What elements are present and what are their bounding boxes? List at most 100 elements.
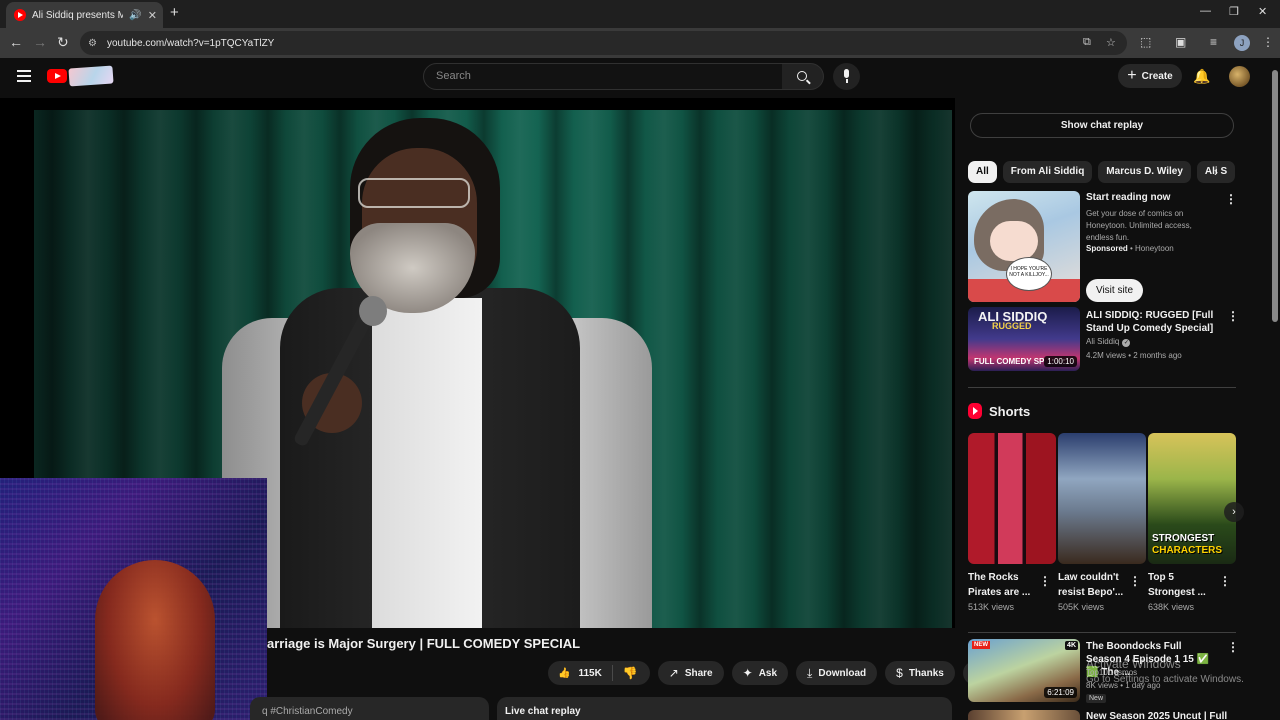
video-thumbnail[interactable]: NEW 4K 6:21:09 — [968, 639, 1080, 702]
maximize-icon[interactable]: ❐ — [1229, 5, 1239, 18]
shorts-next-icon[interactable]: › — [1224, 502, 1244, 522]
reading-list-icon[interactable]: ≡ — [1210, 35, 1217, 49]
shorts-header: Shorts — [968, 403, 1030, 419]
short-views: 638K views — [1148, 602, 1195, 612]
short-thumbnail[interactable] — [968, 433, 1056, 564]
chevron-right-icon[interactable]: › — [1214, 165, 1218, 179]
share-button[interactable]: ↗ Share — [657, 661, 724, 685]
browser-tab[interactable]: Ali Siddiq presents Marcus 🔊 ✕ — [6, 2, 163, 28]
plus-icon: + — [1127, 67, 1137, 84]
search-input[interactable]: Search — [423, 63, 783, 90]
minimize-icon[interactable]: — — [1200, 5, 1211, 17]
new-badge: New — [1086, 694, 1107, 703]
section-divider — [968, 632, 1236, 633]
chip-marcus-d-wiley[interactable]: Marcus D. Wiley — [1098, 161, 1191, 183]
short-title[interactable]: Top 5 Strongest ... — [1148, 570, 1218, 600]
short-menu-icon[interactable]: ⋮ — [1219, 574, 1231, 588]
short-menu-icon[interactable]: ⋮ — [1039, 574, 1051, 588]
hamburger-menu-icon[interactable] — [17, 70, 31, 82]
scrollbar-thumb[interactable] — [1272, 70, 1278, 322]
related-video-title[interactable]: ALI SIDDIQ: RUGGED [Full Stand Up Comedy… — [1086, 309, 1222, 335]
extensions-icon[interactable]: ⬚ — [1140, 35, 1151, 49]
create-label: Create — [1141, 70, 1173, 82]
reload-icon[interactable]: ↻ — [57, 34, 69, 51]
description-box[interactable]: q #ChristianComedy — [250, 697, 489, 720]
notifications-bell-icon[interactable]: 🔔 — [1193, 68, 1210, 85]
search-button[interactable] — [782, 63, 824, 90]
super-thanks-icon: $ — [896, 666, 903, 680]
video-menu-icon[interactable]: ⋮ — [1227, 640, 1239, 654]
thumbs-up-icon: 👍 — [558, 667, 571, 679]
video-thumbnail[interactable]: ALI SIDDIQ RUGGED FULL COMEDY SP 1:00:10 — [968, 307, 1080, 371]
verified-check-icon: ✓ — [1122, 339, 1131, 347]
sparkle-icon: ✦ — [742, 666, 753, 680]
activate-windows-watermark: Activate Windows — [1086, 657, 1181, 671]
comedian-on-stage — [222, 118, 652, 628]
short-thumbnail[interactable]: STRONGEST CHARACTERS — [1148, 433, 1236, 564]
short-thumbnail[interactable] — [1058, 433, 1146, 564]
video-actions: 👍 115K 👎 ↗ Share ✦ Ask ⤓ Download $ Than… — [548, 661, 987, 687]
page-scrollbar[interactable] — [1270, 58, 1280, 720]
microphone-icon — [844, 69, 849, 83]
search-icon — [797, 71, 807, 81]
browser-toolbar: ← → ↻ ⚙ youtube.com/watch?v=1pTQCYaTlZY … — [0, 28, 1280, 58]
youtube-doodle — [68, 65, 114, 87]
like-button[interactable]: 👍 115K — [548, 665, 613, 681]
browser-menu-icon[interactable]: ⋮ — [1262, 35, 1274, 49]
channel-name[interactable]: Ali Siddiq ✓ — [1086, 337, 1131, 347]
voice-search-button[interactable] — [833, 63, 860, 90]
url-text: youtube.com/watch?v=1pTQCYaTlZY — [106, 37, 275, 49]
short-title[interactable]: The Rocks Pirates are ... — [968, 570, 1038, 600]
tab-title: Ali Siddiq presents Marcus — [32, 9, 124, 21]
ask-button[interactable]: ✦ Ask — [731, 661, 789, 685]
ad-thumbnail[interactable]: I HOPE YOU'RE NOT A KILLJOY... — [968, 191, 1080, 302]
speaker-icon[interactable]: 🔊 — [129, 10, 141, 21]
chip-from-ali-siddiq[interactable]: From Ali Siddiq — [1002, 161, 1093, 183]
thanks-button[interactable]: $ Thanks — [885, 661, 955, 685]
related-filter-chips: All From Ali Siddiq Marcus D. Wiley Ali … — [968, 161, 1236, 183]
bookmark-star-icon[interactable]: ☆ — [1106, 36, 1116, 49]
show-chat-replay-button[interactable]: Show chat replay — [970, 113, 1234, 138]
thumbs-down-icon: 👎 — [622, 666, 638, 680]
like-dislike-group: 👍 115K 👎 — [548, 661, 650, 685]
duration-badge: 6:21:09 — [1044, 687, 1077, 698]
forward-icon[interactable]: → — [33, 34, 47, 50]
ad-title[interactable]: Start reading now — [1086, 192, 1170, 203]
ad-speech-bubble: I HOPE YOU'RE NOT A KILLJOY... — [1006, 257, 1052, 291]
browser-tab-strip: Ali Siddiq presents Marcus 🔊 ✕ + — ❐ ✕ — [0, 0, 1280, 28]
video-menu-icon[interactable]: ⋮ — [1227, 309, 1239, 323]
chip-all[interactable]: All — [968, 161, 997, 183]
create-button[interactable]: + Create — [1118, 64, 1182, 88]
share-icon: ↗ — [668, 666, 679, 680]
live-chat-replay-panel[interactable]: Live chat replay — [497, 697, 952, 720]
dislike-button[interactable]: 👎 — [613, 666, 650, 680]
install-app-icon[interactable]: ⧉ — [1083, 36, 1091, 49]
short-title[interactable]: Law couldn't resist Bepo'... — [1058, 570, 1128, 600]
browser-profile-avatar[interactable]: J — [1234, 35, 1250, 51]
close-window-icon[interactable]: ✕ — [1258, 5, 1267, 18]
video-title: arriage is Major Surgery | FULL COMEDY S… — [267, 636, 581, 651]
youtube-logo[interactable] — [47, 65, 114, 87]
4k-badge: 4K — [1065, 641, 1078, 650]
media-control-icon[interactable]: ▣ — [1175, 35, 1186, 49]
download-button[interactable]: ⤓ Download — [796, 661, 878, 685]
video-thumbnail[interactable] — [968, 710, 1080, 720]
short-views: 513K views — [968, 602, 1015, 612]
shorts-logo-icon — [968, 403, 982, 419]
visit-site-button[interactable]: Visit site — [1086, 279, 1143, 302]
back-icon[interactable]: ← — [9, 34, 23, 50]
account-avatar[interactable] — [1229, 66, 1250, 87]
site-info-icon[interactable]: ⚙ — [88, 38, 97, 49]
youtube-masthead: Search + Create 🔔 — [0, 58, 1270, 98]
duration-badge: 1:00:10 — [1044, 356, 1077, 367]
like-count: 115K — [578, 667, 602, 679]
address-bar[interactable]: ⚙ youtube.com/watch?v=1pTQCYaTlZY ⧉ ☆ — [80, 31, 1127, 55]
webcam-overlay — [0, 478, 267, 720]
related-video-title[interactable]: New Season 2025 Uncut | Full — [1086, 711, 1227, 720]
close-tab-icon[interactable]: ✕ — [148, 9, 157, 22]
section-divider — [968, 387, 1236, 388]
youtube-favicon-icon — [14, 9, 26, 21]
ad-menu-icon[interactable]: ⋮ — [1225, 192, 1237, 206]
short-menu-icon[interactable]: ⋮ — [1129, 574, 1141, 588]
new-tab-icon[interactable]: + — [170, 4, 179, 21]
